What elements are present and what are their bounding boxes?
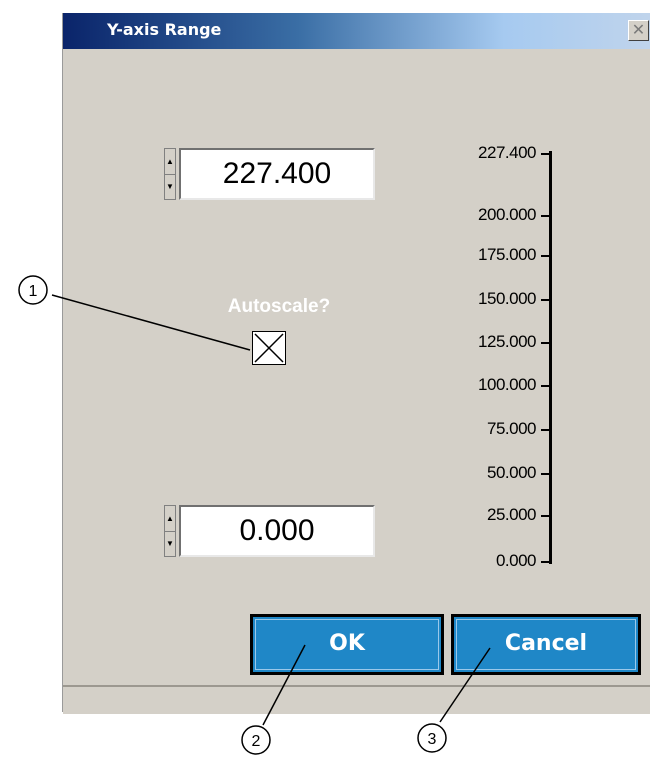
callout-2-leader bbox=[262, 644, 306, 726]
callout-1-leader bbox=[51, 294, 251, 351]
callout-1-number: 1 bbox=[29, 283, 38, 300]
callout-3-number: 3 bbox=[428, 731, 437, 748]
callout-overlay: 1 2 3 bbox=[18, 275, 491, 755]
callout-2-number: 2 bbox=[252, 733, 261, 750]
callout-3-leader bbox=[439, 647, 491, 723]
